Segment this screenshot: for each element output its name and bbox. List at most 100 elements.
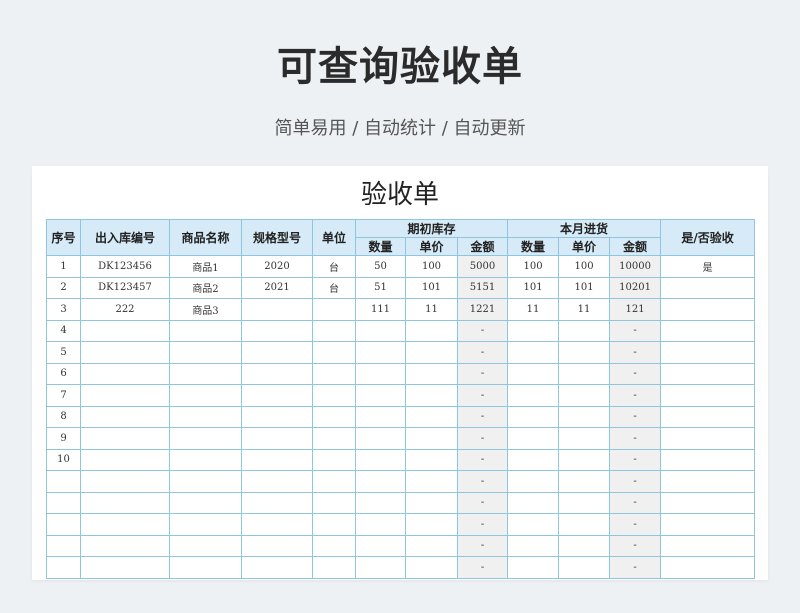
cell-incoming-price[interactable]: [558, 491, 611, 514]
cell-opening-qty[interactable]: [355, 534, 406, 557]
cell-incoming-qty[interactable]: [507, 491, 560, 514]
cell-incoming-amount[interactable]: -: [609, 319, 662, 342]
cell-opening-qty[interactable]: [355, 556, 406, 579]
cell-order-no[interactable]: [80, 491, 170, 514]
cell-product-name[interactable]: 商品1: [169, 255, 242, 278]
cell-accepted[interactable]: [660, 448, 756, 471]
cell-opening-amount[interactable]: 5151: [456, 276, 509, 299]
cell-product-name[interactable]: [169, 470, 242, 493]
cell-product-name[interactable]: [169, 405, 242, 428]
cell-product-name[interactable]: [169, 319, 242, 342]
cell-incoming-amount[interactable]: 10000: [609, 255, 662, 278]
cell-incoming-price[interactable]: [558, 319, 611, 342]
cell-order-no[interactable]: 222: [80, 298, 170, 321]
cell-model[interactable]: [241, 427, 313, 450]
cell-incoming-qty[interactable]: [507, 405, 560, 428]
cell-incoming-qty[interactable]: [507, 556, 560, 579]
cell-incoming-price[interactable]: [558, 362, 611, 385]
cell-incoming-price[interactable]: [558, 470, 611, 493]
cell-opening-amount[interactable]: -: [456, 513, 509, 536]
cell-opening-price[interactable]: 101: [405, 276, 458, 299]
cell-opening-price[interactable]: [405, 362, 458, 385]
cell-product-name[interactable]: [169, 556, 242, 579]
cell-opening-price[interactable]: [405, 405, 458, 428]
cell-opening-amount[interactable]: -: [456, 491, 509, 514]
cell-incoming-qty[interactable]: [507, 470, 560, 493]
cell-opening-qty[interactable]: [355, 384, 406, 407]
cell-opening-qty[interactable]: [355, 319, 406, 342]
cell-order-no[interactable]: [80, 319, 170, 342]
cell-model[interactable]: 2020: [241, 255, 313, 278]
cell-accepted[interactable]: [660, 298, 756, 321]
cell-order-no[interactable]: [80, 556, 170, 579]
cell-accepted[interactable]: [660, 470, 756, 493]
cell-incoming-amount[interactable]: -: [609, 534, 662, 557]
cell-opening-price[interactable]: [405, 556, 458, 579]
cell-opening-price[interactable]: [405, 491, 458, 514]
cell-opening-amount[interactable]: -: [456, 384, 509, 407]
cell-seq[interactable]: 4: [46, 319, 81, 342]
cell-incoming-qty[interactable]: [507, 341, 560, 364]
cell-incoming-price[interactable]: [558, 513, 611, 536]
cell-incoming-price[interactable]: [558, 448, 611, 471]
cell-accepted[interactable]: [660, 405, 756, 428]
cell-unit[interactable]: [312, 513, 356, 536]
cell-incoming-amount[interactable]: -: [609, 341, 662, 364]
cell-incoming-qty[interactable]: [507, 448, 560, 471]
cell-order-no[interactable]: [80, 341, 170, 364]
cell-opening-amount[interactable]: -: [456, 362, 509, 385]
cell-opening-qty[interactable]: 50: [355, 255, 406, 278]
cell-unit[interactable]: [312, 341, 356, 364]
cell-opening-amount[interactable]: -: [456, 556, 509, 579]
cell-opening-amount[interactable]: -: [456, 534, 509, 557]
cell-accepted[interactable]: 是: [660, 255, 756, 278]
cell-order-no[interactable]: [80, 470, 170, 493]
cell-opening-amount[interactable]: -: [456, 319, 509, 342]
cell-order-no[interactable]: [80, 362, 170, 385]
cell-accepted[interactable]: [660, 384, 756, 407]
cell-incoming-price[interactable]: [558, 341, 611, 364]
cell-opening-qty[interactable]: 111: [355, 298, 406, 321]
cell-opening-amount[interactable]: -: [456, 448, 509, 471]
cell-unit[interactable]: [312, 405, 356, 428]
cell-opening-qty[interactable]: [355, 405, 406, 428]
cell-seq[interactable]: 7: [46, 384, 81, 407]
cell-model[interactable]: [241, 362, 313, 385]
cell-unit[interactable]: [312, 384, 356, 407]
cell-incoming-qty[interactable]: 100: [507, 255, 560, 278]
cell-model[interactable]: [241, 556, 313, 579]
cell-incoming-qty[interactable]: [507, 319, 560, 342]
cell-model[interactable]: [241, 513, 313, 536]
cell-model[interactable]: [241, 319, 313, 342]
cell-seq[interactable]: 3: [46, 298, 81, 321]
cell-unit[interactable]: [312, 319, 356, 342]
cell-incoming-qty[interactable]: [507, 513, 560, 536]
cell-product-name[interactable]: [169, 341, 242, 364]
cell-incoming-price[interactable]: 11: [558, 298, 611, 321]
cell-model[interactable]: [241, 298, 313, 321]
cell-opening-qty[interactable]: [355, 513, 406, 536]
cell-accepted[interactable]: [660, 276, 756, 299]
cell-opening-price[interactable]: [405, 319, 458, 342]
cell-opening-amount[interactable]: 1221: [456, 298, 509, 321]
cell-accepted[interactable]: [660, 362, 756, 385]
cell-incoming-price[interactable]: [558, 534, 611, 557]
cell-incoming-amount[interactable]: -: [609, 405, 662, 428]
cell-order-no[interactable]: [80, 534, 170, 557]
cell-opening-price[interactable]: [405, 341, 458, 364]
cell-incoming-qty[interactable]: 11: [507, 298, 560, 321]
cell-incoming-amount[interactable]: -: [609, 470, 662, 493]
cell-model[interactable]: [241, 448, 313, 471]
cell-order-no[interactable]: [80, 427, 170, 450]
cell-unit[interactable]: 台: [312, 255, 356, 278]
cell-incoming-price[interactable]: [558, 405, 611, 428]
cell-opening-price[interactable]: 11: [405, 298, 458, 321]
cell-order-no[interactable]: [80, 405, 170, 428]
cell-opening-qty[interactable]: 51: [355, 276, 406, 299]
cell-unit[interactable]: [312, 427, 356, 450]
cell-incoming-amount[interactable]: -: [609, 491, 662, 514]
cell-opening-price[interactable]: [405, 470, 458, 493]
cell-seq[interactable]: [46, 534, 81, 557]
cell-accepted[interactable]: [660, 556, 756, 579]
cell-incoming-qty[interactable]: [507, 534, 560, 557]
